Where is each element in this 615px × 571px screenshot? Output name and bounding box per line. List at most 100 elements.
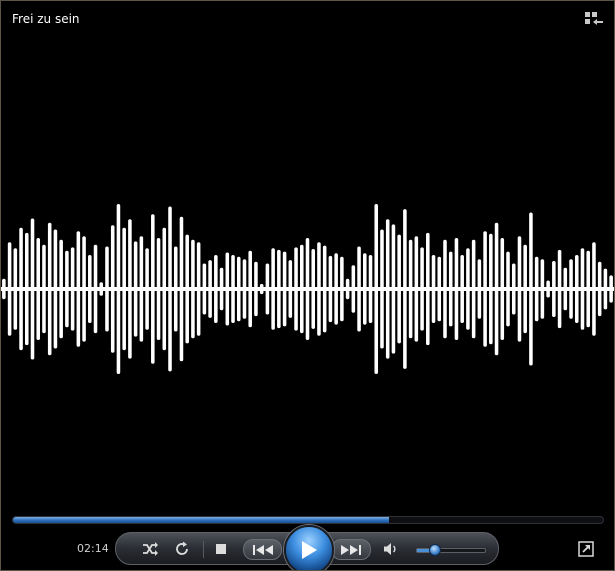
visualization-bar <box>391 224 396 354</box>
visualization-bar <box>25 232 29 346</box>
visualization-bar <box>563 267 568 311</box>
switch-to-library-icon[interactable] <box>584 11 604 29</box>
visualization-bar <box>483 231 487 347</box>
visualization-bar <box>259 283 264 295</box>
visualization-bar <box>7 242 12 336</box>
visualization-bar <box>156 238 161 340</box>
visualization-bar <box>179 216 184 362</box>
visualization-bar <box>448 251 453 327</box>
visualization-bar <box>454 238 459 340</box>
separator <box>203 541 204 558</box>
visualization-bar <box>225 252 230 326</box>
play-icon <box>302 541 317 559</box>
visualization-bar <box>254 261 258 317</box>
visualization-bar <box>586 250 590 328</box>
visualization-bar <box>534 256 539 322</box>
visualization-bar <box>414 236 419 342</box>
visualization-bar <box>431 255 436 323</box>
play-button[interactable] <box>284 525 334 570</box>
visualization-bar <box>597 261 602 317</box>
previous-icon <box>244 540 281 559</box>
visualization-bar <box>173 246 178 332</box>
seek-bar-progress <box>13 517 389 523</box>
visualization-bar <box>328 255 333 323</box>
visualization-bar <box>322 245 327 333</box>
visualization-bar <box>191 239 195 339</box>
visualization-bar <box>385 219 390 359</box>
visualization-bar <box>511 263 516 315</box>
visualization-bar <box>53 229 58 349</box>
visualization-bar <box>506 251 510 327</box>
visualization-bar <box>460 255 464 323</box>
visualization-bar <box>82 236 86 342</box>
visualization-bar <box>168 206 172 372</box>
repeat-icon[interactable] <box>172 540 192 558</box>
audio-visualization <box>1 204 614 374</box>
volume-thumb[interactable] <box>428 544 441 556</box>
visualization-bar <box>592 242 596 336</box>
fullscreen-icon[interactable] <box>578 541 594 557</box>
visualization-bar <box>277 249 281 329</box>
visualization-bar <box>214 255 218 323</box>
media-player-window: Frei zu sein 02:14 <box>0 0 615 571</box>
visualization-bar <box>334 253 338 325</box>
visualization-bar <box>368 255 373 323</box>
visualization-bar <box>305 238 310 340</box>
visualization-bar <box>466 248 470 330</box>
visualization-bar <box>426 232 430 346</box>
visualization-bar <box>70 247 75 331</box>
previous-button[interactable] <box>243 539 282 560</box>
visualization-bar <box>300 244 304 334</box>
visualization-bar <box>99 282 104 296</box>
visualization-bar <box>231 255 235 323</box>
visualization-bar <box>282 251 287 327</box>
visualization-bar <box>59 239 63 339</box>
visualization-bar <box>65 250 69 328</box>
visualization-bar <box>19 227 23 351</box>
visualization-bar <box>437 256 442 322</box>
next-button[interactable] <box>331 539 371 560</box>
volume-slider[interactable] <box>416 544 486 556</box>
visualization-bar <box>351 265 356 313</box>
visualization-bar <box>76 231 81 347</box>
shuffle-icon[interactable] <box>140 540 160 558</box>
elapsed-time: 02:14 <box>77 542 109 555</box>
visualization-bar <box>374 204 379 374</box>
visualization-bar <box>420 247 424 331</box>
visualization-bar <box>363 253 367 325</box>
visualization-bar <box>380 229 384 349</box>
visualization-bar <box>88 255 92 323</box>
visualization-bar <box>357 246 361 332</box>
visualization-bar <box>403 209 407 369</box>
visualization-bar <box>500 238 505 340</box>
visualization-bar <box>122 227 126 351</box>
visualization-bar <box>397 234 401 344</box>
visualization-bar <box>219 267 224 311</box>
visualization-bar <box>42 244 46 334</box>
visualization-bar <box>202 263 207 315</box>
visualization-bar <box>546 280 550 298</box>
stop-icon[interactable] <box>213 541 229 557</box>
visualization-bar <box>529 212 533 366</box>
visualization-bar <box>47 222 52 356</box>
visualization-bar <box>93 244 98 334</box>
visualization-bar <box>265 263 270 315</box>
visualization-bar <box>248 250 252 328</box>
visualization-bar <box>517 236 522 342</box>
visualization-bar <box>317 242 321 336</box>
visualization-bar <box>580 248 585 330</box>
visualization-bar <box>116 204 121 374</box>
visualization-bar <box>443 239 447 339</box>
visualization-bar <box>2 278 6 300</box>
visualization-bar <box>489 233 493 345</box>
seek-bar[interactable] <box>12 516 604 524</box>
visualization-bar <box>311 249 315 329</box>
visualization-bar <box>236 256 241 322</box>
visualization-bar <box>128 219 132 359</box>
speaker-icon[interactable] <box>382 541 400 557</box>
visualization-bar <box>477 259 482 319</box>
visualization-bar <box>162 227 167 351</box>
visualization-bar <box>557 249 562 329</box>
visualization-bar <box>242 259 247 319</box>
visualization-bar <box>139 236 144 342</box>
